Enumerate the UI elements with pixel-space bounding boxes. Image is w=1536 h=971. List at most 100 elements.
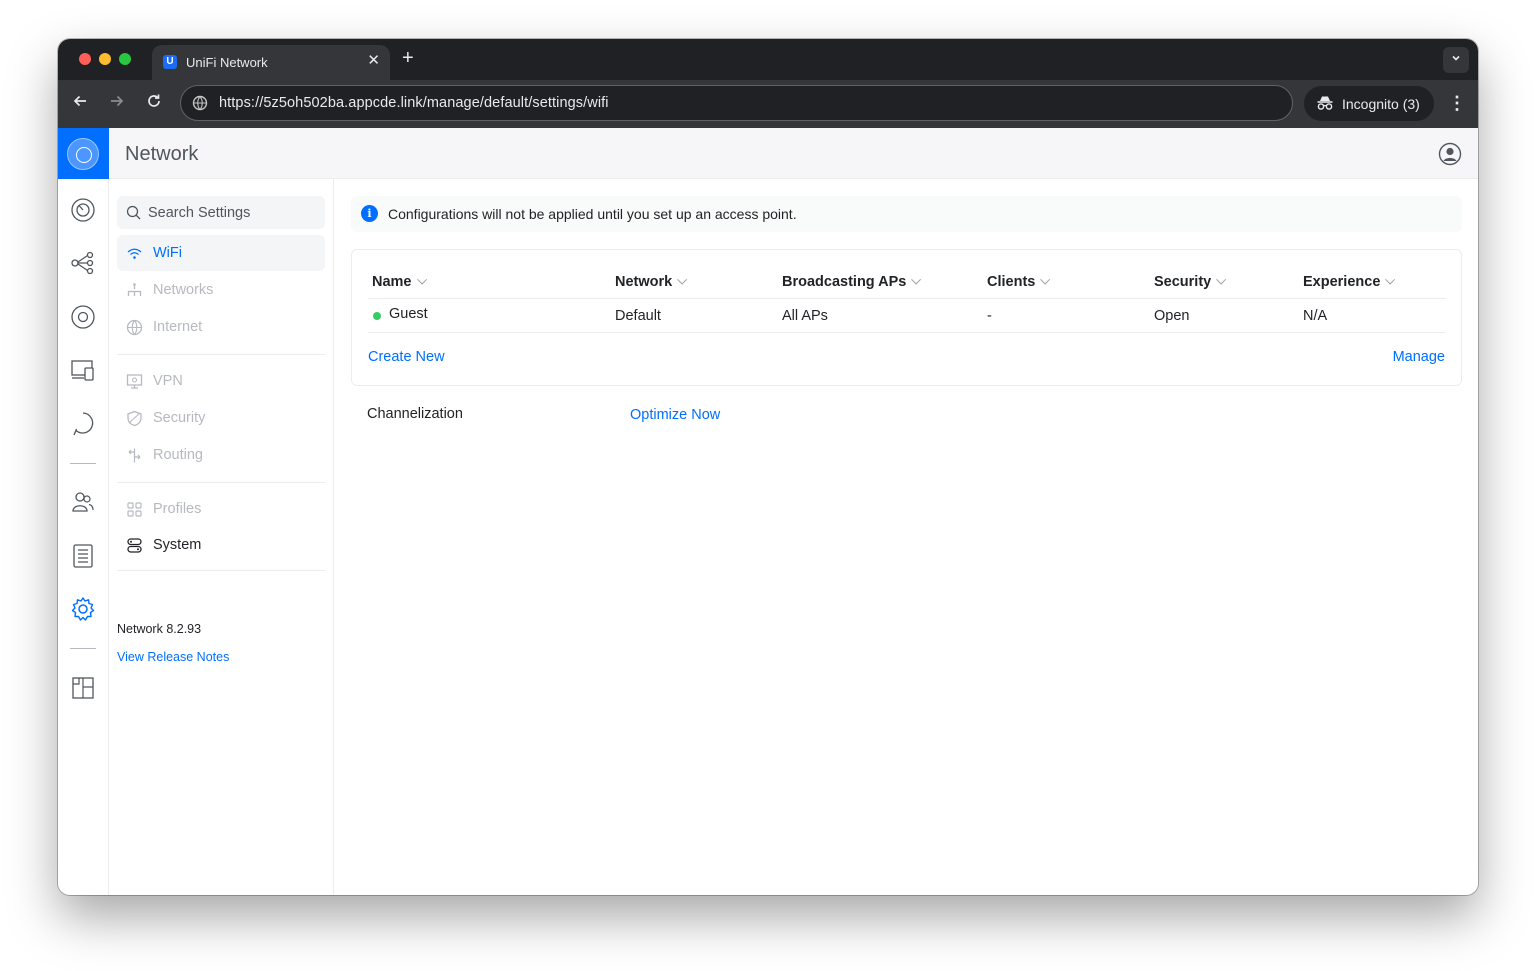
column-header-label: Experience xyxy=(1303,274,1381,290)
wifi-table-card: Name Network Broadcasting APs Clients Se… xyxy=(351,249,1462,386)
shield-icon xyxy=(127,410,142,427)
sidebar-item-routing[interactable]: Routing xyxy=(117,437,325,473)
app-navigation-rail xyxy=(58,179,109,895)
table-divider xyxy=(368,298,1446,299)
column-header-label: Clients xyxy=(987,274,1036,290)
devices-icon[interactable] xyxy=(70,304,96,330)
view-release-notes-link[interactable]: View Release Notes xyxy=(117,650,229,664)
app-header: Network xyxy=(58,128,1478,179)
sidebar-item-internet[interactable]: Internet xyxy=(117,309,325,345)
routing-icon xyxy=(128,448,141,463)
chevron-down-icon xyxy=(1385,274,1396,285)
insights-icon[interactable] xyxy=(70,411,96,437)
chevron-down-icon xyxy=(677,274,688,285)
column-header-network[interactable]: Network xyxy=(615,274,688,290)
chevron-down-icon xyxy=(1216,274,1227,285)
innerspace-icon[interactable] xyxy=(70,675,96,701)
sidebar-item-label: System xyxy=(153,537,202,553)
chevron-down-icon xyxy=(416,274,427,285)
tab-search-button[interactable] xyxy=(1443,47,1469,73)
system-icon xyxy=(127,538,142,553)
column-header-broadcasting-aps[interactable]: Broadcasting APs xyxy=(782,274,922,290)
column-header-clients[interactable]: Clients xyxy=(987,274,1051,290)
browser-tab[interactable]: U UniFi Network ✕ xyxy=(152,45,390,80)
rail-divider xyxy=(70,648,96,649)
logs-icon[interactable] xyxy=(70,543,96,569)
close-tab-icon[interactable]: ✕ xyxy=(367,53,380,69)
sidebar-item-label: Routing xyxy=(153,447,203,463)
topology-icon[interactable] xyxy=(70,250,96,276)
sidebar-item-label: Networks xyxy=(153,282,214,298)
info-icon: i xyxy=(361,205,378,222)
column-header-label: Security xyxy=(1154,274,1212,290)
sidebar-item-wifi[interactable]: WiFi xyxy=(117,235,325,271)
sidebar-divider xyxy=(117,482,325,483)
settings-sidebar: WiFi Networks Internet VPN Security Rout… xyxy=(109,179,334,895)
cell-experience: N/A xyxy=(1303,308,1328,324)
cell-broadcasting-aps: All APs xyxy=(782,308,828,324)
sidebar-item-profiles[interactable]: Profiles xyxy=(117,491,325,527)
incognito-icon xyxy=(1317,96,1333,110)
app-title: Network xyxy=(125,143,199,165)
reload-icon xyxy=(148,94,160,107)
sidebar-item-system[interactable]: System xyxy=(117,527,325,563)
unifi-logo-icon xyxy=(67,138,99,170)
sidebar-item-security[interactable]: Security xyxy=(117,400,325,436)
channelization-label: Channelization xyxy=(367,406,463,422)
sidebar-item-vpn[interactable]: VPN xyxy=(117,363,325,399)
rail-divider xyxy=(70,463,96,464)
unifi-logo[interactable] xyxy=(58,128,109,179)
table-divider xyxy=(368,332,1446,333)
cell-clients: - xyxy=(987,308,992,324)
new-tab-button[interactable]: + xyxy=(402,47,414,69)
user-account-icon[interactable] xyxy=(1438,142,1462,166)
chevron-down-icon xyxy=(1040,274,1051,285)
sidebar-item-label: Internet xyxy=(153,319,203,335)
cell-network: Default xyxy=(615,308,661,324)
networks-icon xyxy=(127,283,142,296)
manage-button[interactable]: Manage xyxy=(1393,349,1445,365)
vpn-icon xyxy=(126,374,143,389)
address-bar[interactable]: https://5z5oh502ba.appcde.link/manage/de… xyxy=(180,85,1293,121)
chevron-down-icon xyxy=(911,274,922,285)
site-info-icon[interactable] xyxy=(192,95,208,111)
settings-gear-icon[interactable] xyxy=(70,596,96,622)
users-icon[interactable] xyxy=(70,489,96,515)
status-dot xyxy=(373,312,381,320)
browser-menu-icon[interactable]: ⋮ xyxy=(1448,93,1466,113)
search-settings-box[interactable] xyxy=(117,196,325,229)
maximize-window-button[interactable] xyxy=(119,53,131,65)
browser-window: U UniFi Network ✕ + https://5z5oh502ba.a… xyxy=(58,39,1478,895)
minimize-window-button[interactable] xyxy=(99,53,111,65)
column-header-security[interactable]: Security xyxy=(1154,274,1227,290)
browser-toolbar: https://5z5oh502ba.appcde.link/manage/de… xyxy=(58,80,1478,128)
column-header-name[interactable]: Name xyxy=(372,274,427,290)
search-icon xyxy=(126,205,141,220)
dashboard-icon[interactable] xyxy=(70,197,96,223)
tab-strip: U UniFi Network ✕ + xyxy=(58,39,1478,80)
column-header-experience[interactable]: Experience xyxy=(1303,274,1396,290)
info-banner: i Configurations will not be applied unt… xyxy=(351,196,1462,232)
profiles-icon xyxy=(127,502,142,517)
column-header-label: Network xyxy=(615,274,673,290)
tab-title: UniFi Network xyxy=(186,55,268,70)
column-header-label: Broadcasting APs xyxy=(782,274,907,290)
optimize-now-button[interactable]: Optimize Now xyxy=(630,407,720,423)
close-window-button[interactable] xyxy=(79,53,91,65)
incognito-badge[interactable]: Incognito (3) xyxy=(1304,86,1434,121)
incognito-label: Incognito (3) xyxy=(1342,96,1420,112)
sidebar-item-networks[interactable]: Networks xyxy=(117,272,325,308)
arrow-right-icon xyxy=(111,95,124,107)
cell-security: Open xyxy=(1154,308,1190,324)
sidebar-item-label: Security xyxy=(153,410,206,426)
search-settings-input[interactable] xyxy=(148,196,318,229)
reload-button[interactable] xyxy=(144,93,164,114)
forward-button[interactable] xyxy=(107,93,127,114)
create-new-button[interactable]: Create New xyxy=(368,349,445,365)
sidebar-item-label: WiFi xyxy=(153,245,182,261)
banner-message: Configurations will not be applied until… xyxy=(388,206,797,222)
clients-icon[interactable] xyxy=(70,357,96,383)
sidebar-item-label: VPN xyxy=(153,373,183,389)
back-button[interactable] xyxy=(70,93,90,114)
version-label: Network 8.2.93 xyxy=(117,622,202,636)
